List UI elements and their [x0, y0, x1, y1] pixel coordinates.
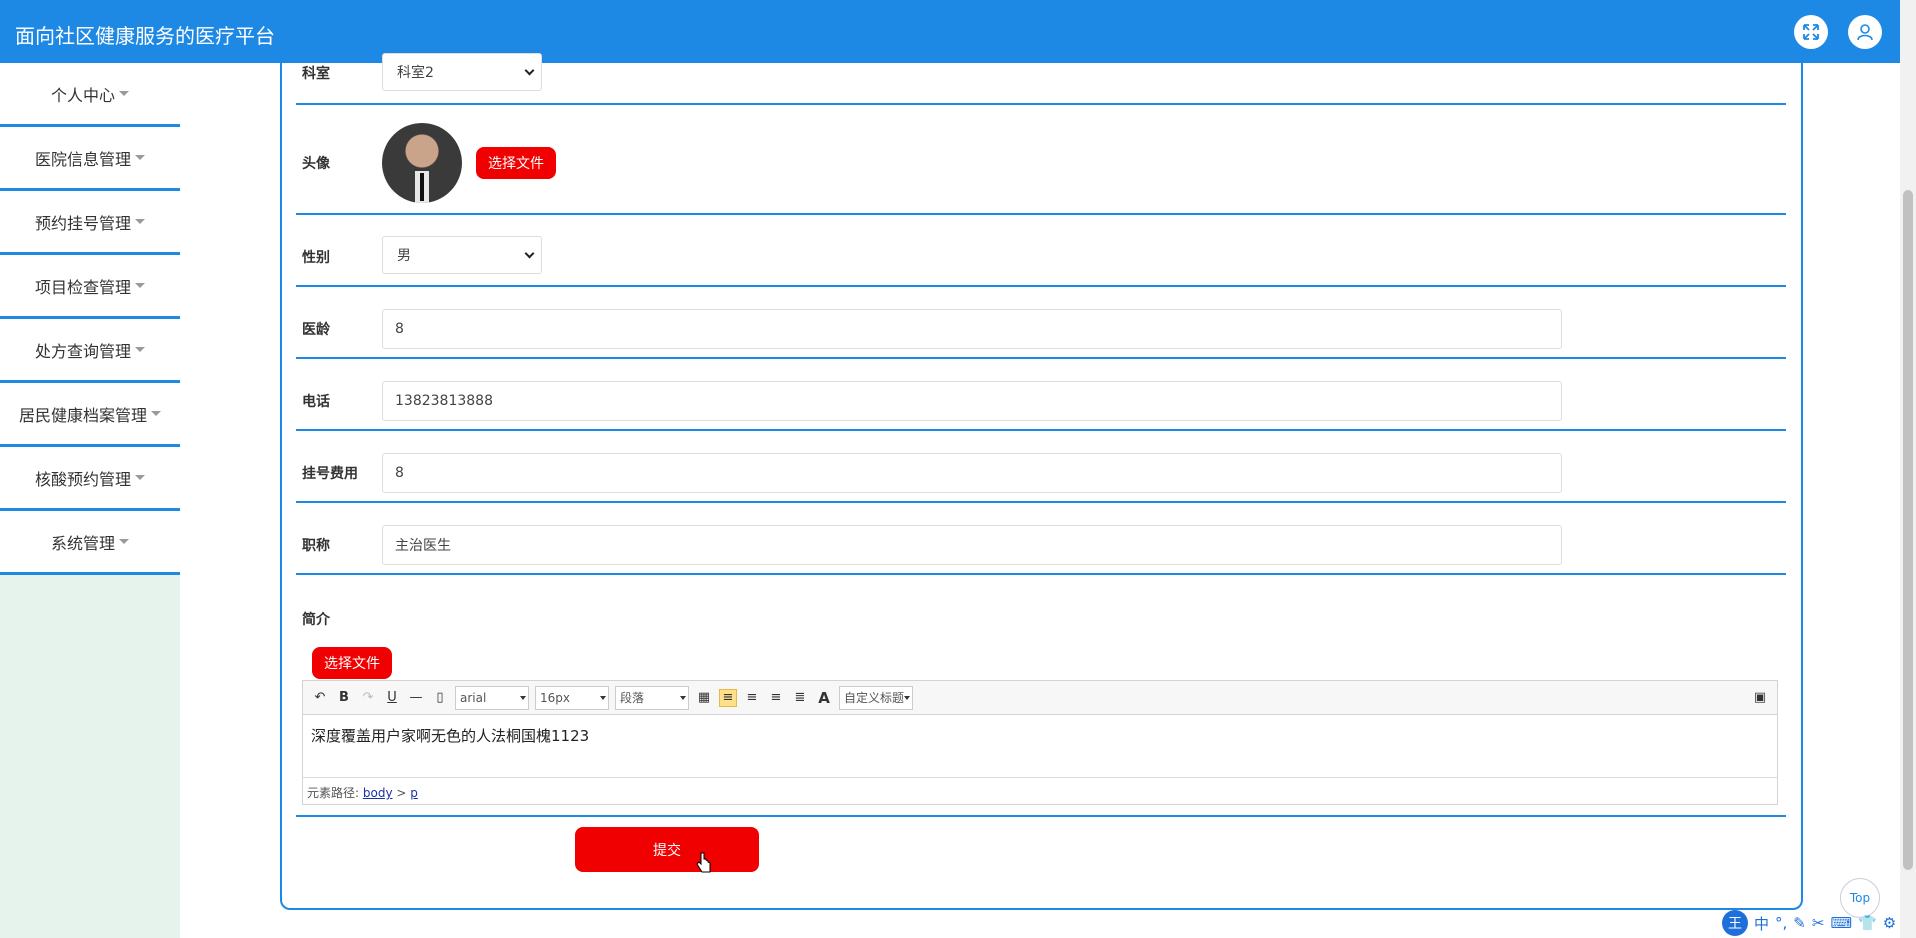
keyboard-icon[interactable]: ⌨ [1830, 914, 1852, 932]
custom-title-select[interactable]: 自定义标题 [839, 685, 913, 710]
table-icon[interactable]: ▦ [695, 689, 713, 707]
chevron-down-icon [524, 248, 535, 259]
align-right-icon[interactable]: ≡ [743, 689, 761, 707]
department-select[interactable]: 科室2 [382, 53, 542, 91]
horizontal-rule-icon[interactable]: — [407, 689, 425, 707]
underline-icon[interactable]: U [383, 689, 401, 707]
sidebar-item-health-records[interactable]: 居民健康档案管理 [0, 383, 180, 447]
rich-text-editor: ↶ B ↷ U — ▯ arial 16px 段落 ▦ ≡ ≡ ≡ ≣ A 自定… [302, 680, 1778, 805]
sidebar: 个人中心 医院信息管理 预约挂号管理 项目检查管理 处方查询管理 居民健康档案管… [0, 63, 180, 938]
caret-down-icon [119, 91, 129, 96]
align-justify-icon[interactable]: ≣ [791, 689, 809, 707]
caret-down-icon [119, 539, 129, 544]
hand-cursor-icon [696, 852, 711, 873]
caret-down-icon [135, 475, 145, 480]
caret-down-icon [135, 283, 145, 288]
editor-toolbar: ↶ B ↷ U — ▯ arial 16px 段落 ▦ ≡ ≡ ≡ ≣ A 自定… [303, 681, 1777, 715]
path-body-link[interactable]: body [363, 786, 393, 800]
caret-down-icon [135, 219, 145, 224]
redo-icon[interactable]: ↷ [359, 689, 377, 707]
ime-logo-icon[interactable]: 王 [1722, 910, 1748, 936]
phone-input[interactable]: 13823813888 [382, 381, 1562, 421]
ime-lang[interactable]: 中 [1754, 913, 1769, 934]
caret-down-icon [135, 155, 145, 160]
intro-choose-file-button[interactable]: 选择文件 [312, 647, 392, 679]
sidebar-item-appointment[interactable]: 预约挂号管理 [0, 191, 180, 255]
path-p-link[interactable]: p [410, 786, 418, 800]
caret-down-icon [151, 411, 161, 416]
scrollbar[interactable] [1900, 0, 1916, 938]
sidebar-item-nucleic[interactable]: 核酸预约管理 [0, 447, 180, 511]
punctuation-icon[interactable]: °, [1775, 914, 1787, 932]
sidebar-item-system[interactable]: 系统管理 [0, 511, 180, 575]
fullscreen-icon[interactable] [1794, 15, 1828, 49]
font-size-select[interactable]: 16px [535, 685, 609, 710]
experience-input[interactable]: 8 [382, 309, 1562, 349]
row-fee: 挂号费用 8 [296, 431, 1786, 503]
scrollbar-thumb[interactable] [1903, 190, 1913, 870]
undo-icon[interactable]: ↶ [311, 689, 329, 707]
avatar [382, 123, 462, 203]
caret-down-icon [135, 347, 145, 352]
ime-toolbar: 王 中 °, ✎ ✂ ⌨ 👕 ⚙ [1722, 908, 1916, 938]
row-title: 职称 主治医生 [296, 503, 1786, 575]
gear-icon[interactable]: ⚙ [1883, 914, 1896, 932]
paragraph-select[interactable]: 段落 [615, 685, 689, 710]
sidebar-item-prescription[interactable]: 处方查询管理 [0, 319, 180, 383]
font-color-icon[interactable]: A [815, 689, 833, 707]
row-gender: 性别 男 [296, 215, 1786, 287]
gender-select[interactable]: 男 [382, 236, 542, 274]
chevron-down-icon [524, 65, 535, 76]
title-input[interactable]: 主治医生 [382, 525, 1562, 565]
font-family-select[interactable]: arial [455, 685, 529, 710]
bold-icon[interactable]: B [335, 689, 353, 707]
fee-input[interactable]: 8 [382, 453, 1562, 493]
row-department: 科室 科室2 [296, 53, 1786, 105]
row-phone: 电话 13823813888 [296, 359, 1786, 431]
submit-button[interactable]: 提交 [575, 827, 759, 872]
avatar-choose-file-button[interactable]: 选择文件 [476, 147, 556, 179]
align-left-icon[interactable]: ≡ [719, 688, 737, 707]
shirt-icon[interactable]: 👕 [1858, 914, 1877, 932]
app-title: 面向社区健康服务的医疗平台 [15, 24, 275, 48]
user-icon[interactable] [1848, 15, 1882, 49]
preview-icon[interactable]: ▣ [1751, 689, 1769, 707]
row-avatar: 头像 选择文件 [296, 105, 1786, 215]
row-experience: 医龄 8 [296, 287, 1786, 359]
pen-icon[interactable]: ✎ [1793, 914, 1806, 932]
element-path: 元素路径: body > p [303, 777, 1777, 803]
align-center-icon[interactable]: ≡ [767, 689, 785, 707]
sidebar-item-hospital[interactable]: 医院信息管理 [0, 127, 180, 191]
scissors-icon[interactable]: ✂ [1812, 914, 1825, 932]
editor-content[interactable]: 深度覆盖用户家啊无色的人法桐国槐1123 [303, 715, 1777, 777]
sidebar-item-personal[interactable]: 个人中心 [0, 63, 180, 127]
sidebar-item-inspection[interactable]: 项目检查管理 [0, 255, 180, 319]
page-icon[interactable]: ▯ [431, 689, 449, 707]
